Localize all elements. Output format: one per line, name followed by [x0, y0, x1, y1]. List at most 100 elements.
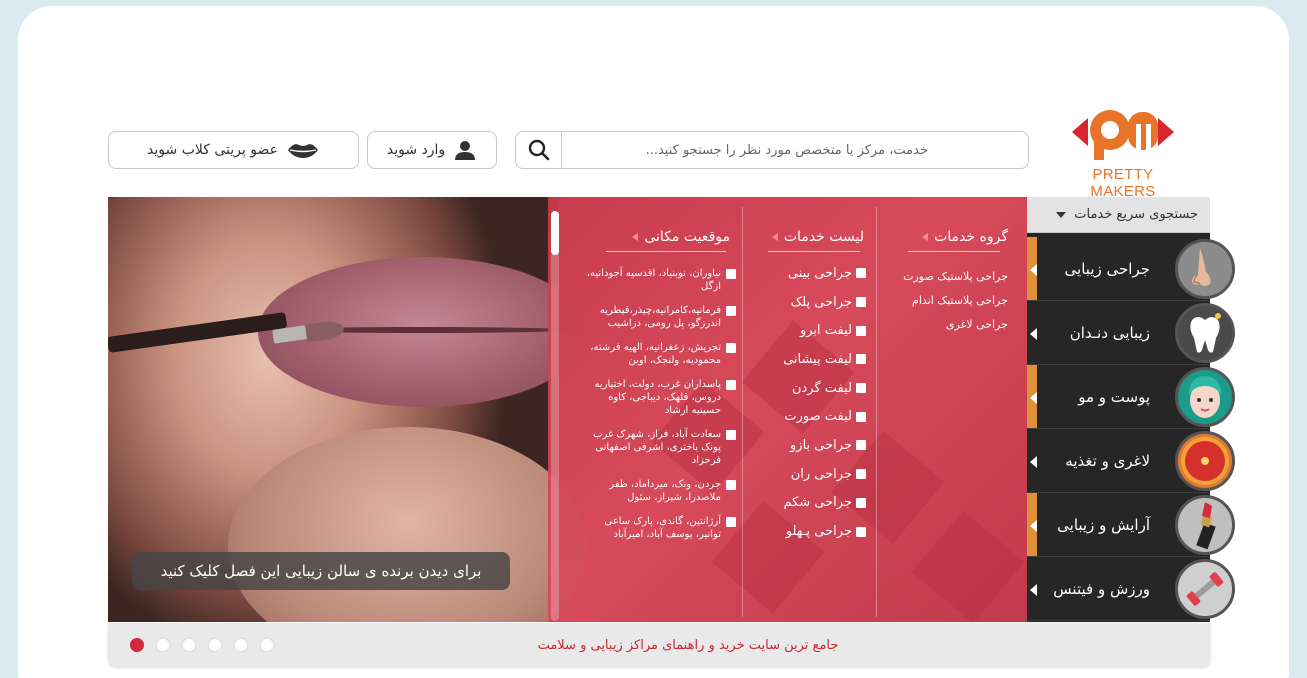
- service-group-item[interactable]: جراحی پلاستیک صورت: [888, 265, 1008, 289]
- hero-banner[interactable]: برای دیدن برنده ی سالن زیبایی این فصل کل…: [108, 197, 1028, 622]
- sidebar-item-cosmetic-surgery[interactable]: جراحی زیبایی: [1027, 237, 1235, 301]
- grapefruit-icon: [1175, 431, 1235, 491]
- service-item[interactable]: جراحی بینی: [756, 259, 866, 288]
- triangle-left-icon: [1030, 520, 1037, 532]
- login-button[interactable]: وارد شوید: [367, 131, 497, 169]
- quick-search-label: جستجوی سریع خدمات: [1074, 207, 1198, 222]
- category-label: ورزش و فیتنس: [1053, 580, 1150, 598]
- service-checkbox[interactable]: [856, 325, 866, 336]
- slider-dot[interactable]: [130, 638, 144, 652]
- triangle-icon: [632, 233, 639, 241]
- search-bar: [515, 131, 1029, 169]
- join-label: عضو پریتی کلاب شوید: [147, 142, 278, 158]
- location-item[interactable]: تجریش، زعفرانیه، الهیه فرشته، محمودیه، و…: [576, 341, 736, 367]
- triangle-left-icon: [1030, 328, 1037, 340]
- location-checkbox[interactable]: [726, 306, 736, 316]
- service-item[interactable]: جراحی پلک: [756, 288, 866, 317]
- location-list: نیاوران، نوبنیاد، اقدسیه آجودانیه، ازگل …: [576, 267, 736, 552]
- slider-dot[interactable]: [156, 638, 170, 652]
- location-checkbox[interactable]: [726, 269, 736, 279]
- triangle-icon: [771, 233, 778, 241]
- location-item[interactable]: آرژانتین، گاندی، پارک ساعی توانیر، یوسف …: [576, 515, 736, 541]
- service-checkbox[interactable]: [856, 297, 866, 308]
- triangle-left-icon: [1030, 264, 1037, 276]
- slider-dot[interactable]: [208, 638, 222, 652]
- search-input[interactable]: [564, 132, 1024, 168]
- service-label: جراحی شکم: [783, 495, 852, 511]
- location-column-title: موقعیت مکانی: [644, 229, 730, 245]
- service-checkbox[interactable]: [856, 268, 866, 279]
- search-icon: [528, 139, 549, 161]
- location-label: نیاوران، نوبنیاد، اقدسیه آجودانیه، ازگل: [586, 268, 721, 292]
- service-list: جراحی بینی جراحی پلک لیفت ابرو لیفت پیشا…: [756, 259, 866, 546]
- service-checkbox[interactable]: [856, 469, 866, 480]
- overlay-scroll-thumb[interactable]: [551, 211, 559, 255]
- service-checkbox[interactable]: [856, 526, 866, 537]
- category-label: پوست و مو: [1078, 388, 1150, 406]
- service-group-item[interactable]: جراحی لاغری: [888, 313, 1008, 337]
- location-checkbox[interactable]: [726, 430, 736, 440]
- location-checkbox[interactable]: [726, 517, 736, 527]
- service-label: لیفت صورت: [784, 409, 852, 425]
- service-checkbox[interactable]: [856, 411, 866, 422]
- dumbbell-icon: [1175, 559, 1235, 619]
- column-divider: [876, 207, 877, 617]
- location-checkbox[interactable]: [726, 343, 736, 353]
- brand-name: PRETTY MAKERS: [1090, 166, 1156, 200]
- service-item[interactable]: لیفت پیشانی: [756, 345, 866, 374]
- hero-cta-button[interactable]: برای دیدن برنده ی سالن زیبایی این فصل کل…: [132, 552, 510, 590]
- service-checkbox[interactable]: [856, 497, 866, 508]
- services-column-title: لیست خدمات: [783, 229, 864, 245]
- overlay-scrollbar[interactable]: [551, 211, 559, 621]
- service-label: لیفت پیشانی: [783, 351, 852, 367]
- service-item[interactable]: جراحی ران: [756, 460, 866, 489]
- service-item[interactable]: لیفت گردن: [756, 374, 866, 403]
- join-club-button[interactable]: عضو پریتی کلاب شوید: [108, 131, 359, 169]
- service-item[interactable]: لیفت ابرو: [756, 316, 866, 345]
- slider-dot[interactable]: [260, 638, 274, 652]
- location-item[interactable]: فرمانیه،کامرانیه،چیذر،قیطریه اندرزگو، پل…: [576, 304, 736, 330]
- services-column-heading: لیست خدمات: [758, 229, 864, 245]
- location-item[interactable]: سعادت آباد، فراز، شهرک غرب پونک باختری، …: [576, 428, 736, 467]
- column-divider: [742, 207, 743, 617]
- location-item[interactable]: جردن، ونک، میرداماد، ظفر ملاصدرا، شیراز،…: [576, 478, 736, 504]
- tagline-bar: جامع ترین سایت خرید و راهنمای مراکز زیبا…: [108, 623, 1210, 667]
- location-checkbox[interactable]: [726, 480, 736, 490]
- quick-search-dropdown[interactable]: جستجوی سریع خدمات: [1027, 197, 1210, 233]
- service-group-item[interactable]: جراحی پلاستیک اندام: [888, 289, 1008, 313]
- service-label: جراحی بازو: [790, 437, 852, 453]
- location-label: آرژانتین، گاندی، پارک ساعی توانیر، یوسف …: [604, 516, 721, 540]
- service-checkbox[interactable]: [856, 440, 866, 451]
- category-label: آرایش و زیبایی: [1057, 516, 1150, 534]
- service-item[interactable]: لیفت صورت: [756, 402, 866, 431]
- service-item[interactable]: جراحی شکم: [756, 489, 866, 518]
- service-checkbox[interactable]: [856, 354, 866, 365]
- slider-dots: [130, 638, 274, 652]
- heading-underline: [606, 251, 726, 252]
- location-item[interactable]: نیاوران، نوبنیاد، اقدسیه آجودانیه، ازگل: [576, 267, 736, 293]
- search-button[interactable]: [516, 132, 562, 168]
- service-label: جراحی بینی: [787, 265, 852, 281]
- brand-logo[interactable]: PRETTY MAKERS: [1058, 104, 1188, 200]
- service-item[interactable]: جراحی پـهلو: [756, 517, 866, 546]
- service-label: جراحی ران: [790, 466, 852, 482]
- location-column-heading: موقعیت مکانی: [608, 229, 730, 245]
- sidebar-item-makeup-beauty[interactable]: آرایش و زیبایی: [1027, 493, 1235, 557]
- login-label: وارد شوید: [386, 142, 446, 158]
- service-item[interactable]: جراحی بازو: [756, 431, 866, 460]
- sidebar-item-slimming-nutrition[interactable]: لاغری و تغذیه: [1027, 429, 1235, 493]
- sidebar-item-sport-fitness[interactable]: ورزش و فیتنس: [1027, 557, 1235, 621]
- sidebar-item-skin-hair[interactable]: پوست و مو: [1027, 365, 1235, 429]
- lipstick-icon: [1175, 495, 1235, 555]
- location-item[interactable]: پاسداران غرب، دولت، اختیاریه دروس، قلهک،…: [576, 378, 736, 417]
- service-checkbox[interactable]: [856, 383, 866, 394]
- location-checkbox[interactable]: [726, 380, 736, 390]
- location-label: پاسداران غرب، دولت، اختیاریه دروس، قلهک،…: [594, 379, 721, 416]
- slider-dot[interactable]: [182, 638, 196, 652]
- sidebar-item-dental[interactable]: زیبایی دنـدان: [1027, 301, 1235, 365]
- group-column-heading: گروه خدمات: [908, 229, 1008, 245]
- nose-icon: [1175, 239, 1235, 299]
- category-label: زیبایی دنـدان: [1069, 324, 1150, 342]
- service-label: جراحی پـهلو: [785, 524, 852, 540]
- slider-dot[interactable]: [234, 638, 248, 652]
